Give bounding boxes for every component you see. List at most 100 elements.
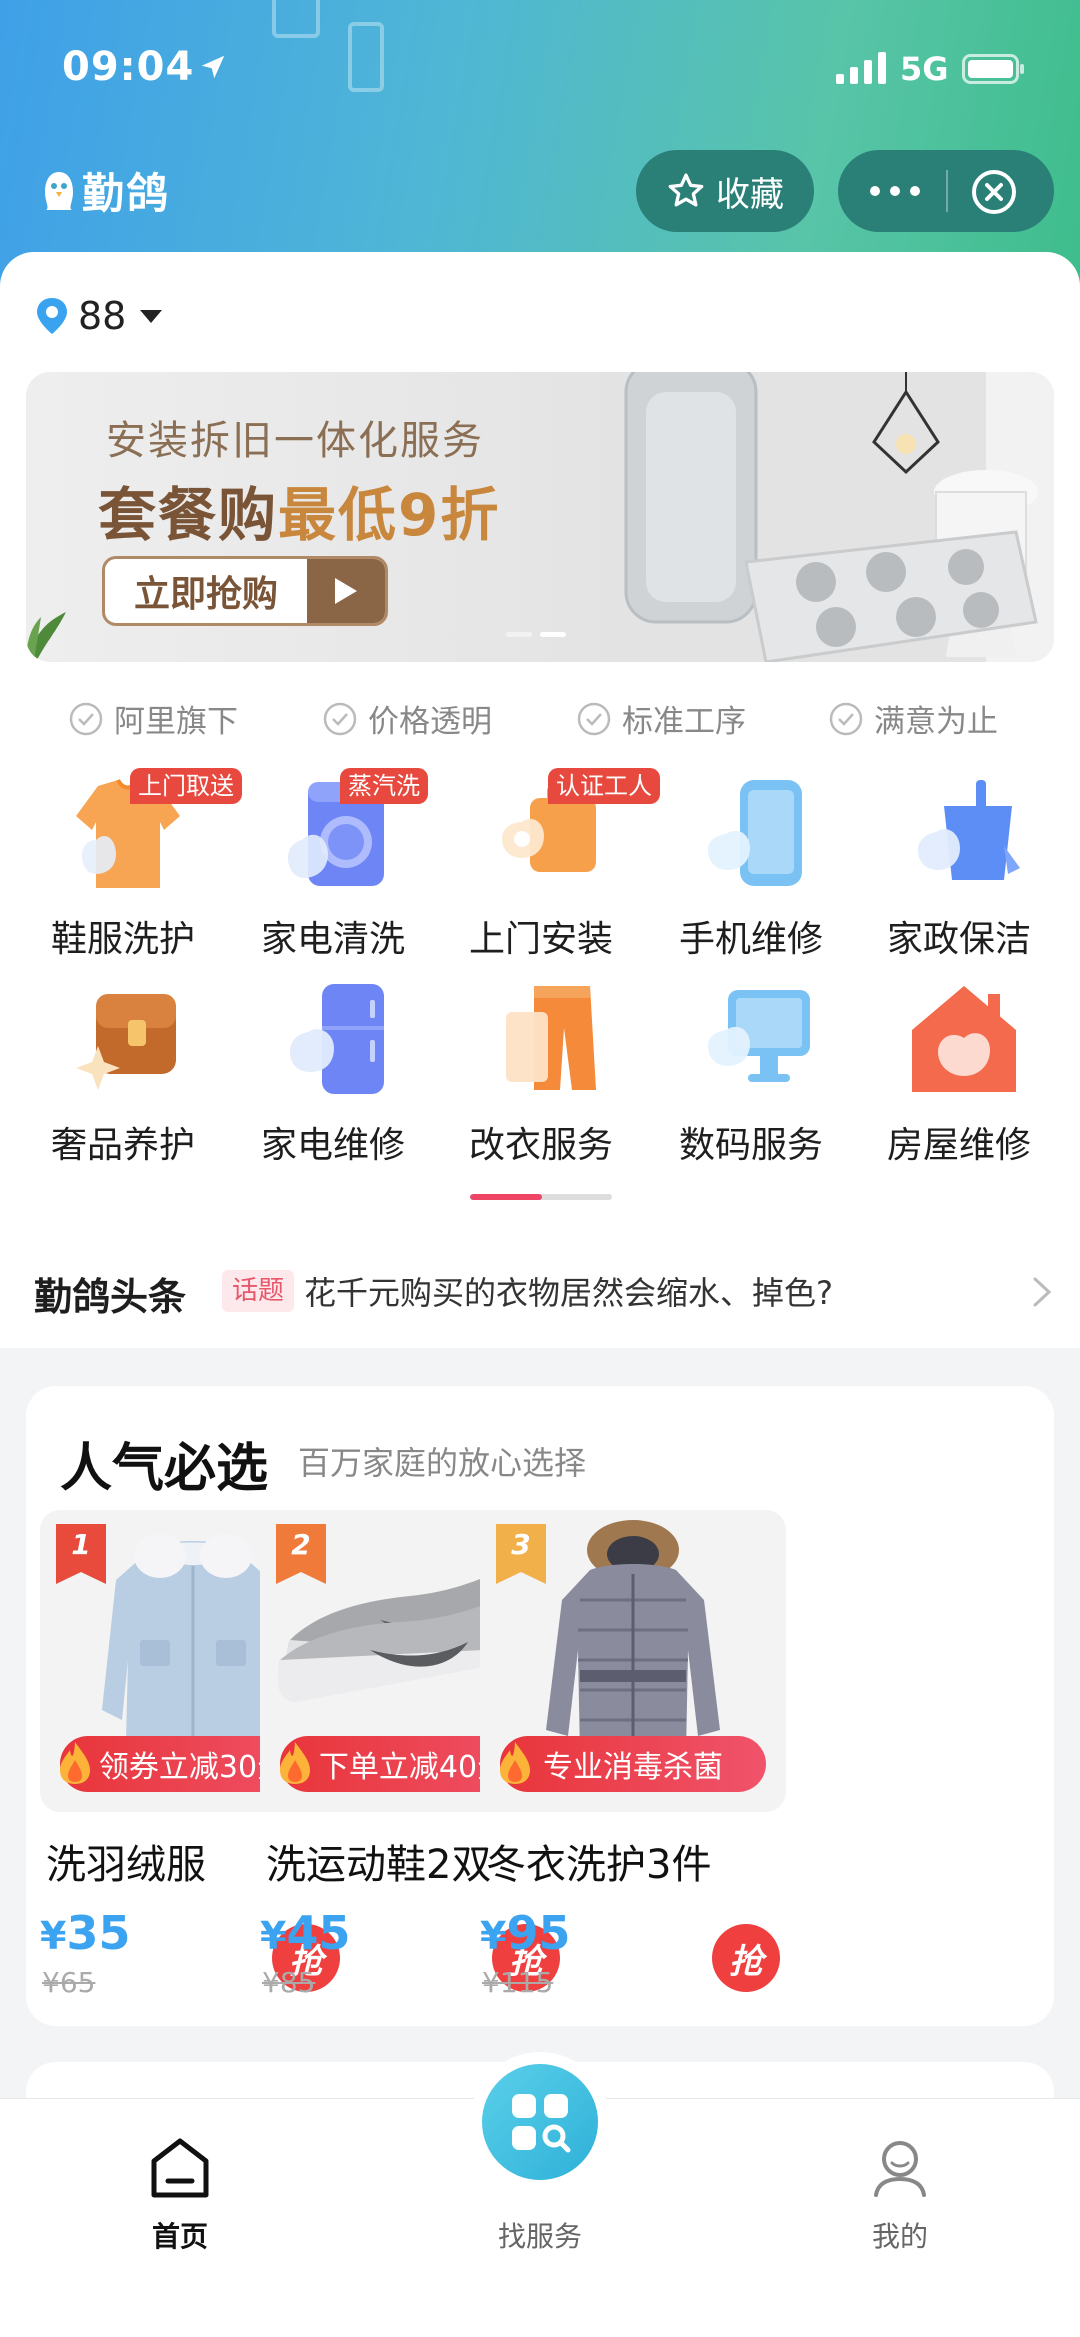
product-price: ¥35 — [40, 1906, 130, 1960]
service-house-repair[interactable]: 房屋维修 — [854, 982, 1064, 1182]
service-badge: 蒸汽洗 — [340, 768, 428, 804]
service-tailoring[interactable]: 改衣服务 — [436, 982, 646, 1182]
product-image: 3 专业消毒杀菌 — [480, 1510, 786, 1812]
favorite-label: 收藏 — [716, 174, 784, 215]
capsule-divider — [946, 170, 948, 212]
original-price: ¥65 — [42, 1966, 96, 1999]
product-price: ¥45 — [260, 1906, 350, 1960]
fridge-icon — [290, 984, 384, 1094]
service-installation[interactable]: 认证工人 上门安装 — [436, 768, 660, 976]
mini-program-capsule — [838, 150, 1054, 232]
banner-title: 套餐购最低9折 — [98, 468, 500, 552]
service-digital[interactable]: 数码服务 — [646, 982, 856, 1182]
pants-icon — [506, 986, 596, 1090]
service-label: 上门安装 — [468, 919, 613, 960]
rank-number: 3 — [511, 1528, 531, 1561]
battery-icon — [962, 54, 1024, 84]
rank-number: 2 — [291, 1528, 311, 1561]
location-label: 88 — [78, 294, 127, 338]
brand-name: 勤鸽 — [82, 169, 171, 218]
news-ticker[interactable]: 勤鸽头条 话题 花千元购买的衣物居然会缩水、掉色? — [0, 1236, 1080, 1348]
original-price: ¥85 — [262, 1966, 316, 1999]
brand: 勤鸽 — [42, 160, 170, 221]
location-pin-icon — [37, 298, 67, 334]
currency-symbol: ¥ — [260, 1914, 287, 1958]
promo-text: 专业消毒杀菌 — [543, 1750, 723, 1785]
section-subtitle: 百万家庭的放心选择 — [298, 1444, 587, 1482]
trust-badge-label: 满意为止 — [874, 704, 998, 740]
service-grid-indicator — [470, 1194, 612, 1200]
service-label: 奢品养护 — [50, 1125, 195, 1166]
location-arrow-icon — [201, 55, 225, 79]
currency-symbol: ¥ — [480, 1914, 507, 1958]
tab-profile[interactable]: 我的 — [790, 2119, 1010, 2259]
promo-banner[interactable]: 安装拆旧一体化服务 套餐购最低9折 立即抢购 — [26, 372, 1054, 662]
banner-dot-active — [540, 632, 566, 637]
popular-picks-card: 人气必选 百万家庭的放心选择 1 领券立减30元 洗羽绒服 ¥35 ¥65 抢 — [26, 1386, 1054, 2026]
bucket-icon — [918, 780, 1020, 880]
service-luxury-care[interactable]: 奢品养护 — [18, 982, 228, 1182]
favorite-button[interactable]: 收藏 — [636, 150, 814, 232]
play-arrow-icon — [307, 559, 385, 623]
banner-pagination — [506, 632, 566, 637]
banner-subtitle: 安装拆旧一体化服务 — [106, 418, 484, 464]
service-label: 鞋服洗护 — [50, 919, 195, 960]
check-circle-icon — [829, 702, 863, 735]
product-name: 洗羽绒服 — [46, 1842, 206, 1888]
trust-badge: 价格透明 — [322, 696, 492, 741]
banner-title-part2: 最低9折 — [278, 481, 501, 549]
trust-badge: 满意为止 — [828, 696, 998, 741]
tab-label: 我的 — [871, 2220, 928, 2253]
check-circle-icon — [323, 702, 357, 735]
buy-now-label: 立即抢购 — [133, 574, 278, 615]
promo-text: 领券立减30元 — [98, 1750, 288, 1785]
service-label: 家电清洗 — [260, 919, 405, 960]
tab-label: 首页 — [151, 2220, 208, 2253]
monitor-icon — [708, 990, 810, 1082]
more-icon[interactable] — [868, 180, 922, 202]
promo-pill: 专业消毒杀菌 — [500, 1736, 766, 1792]
close-icon[interactable] — [970, 168, 1018, 216]
flame-icon — [60, 1742, 90, 1784]
product-card[interactable]: 3 专业消毒杀菌 冬衣洗护3件 ¥95 ¥115 抢 — [480, 1510, 786, 2010]
tab-label: 找服务 — [497, 2220, 582, 2253]
service-label: 房屋维修 — [886, 1125, 1031, 1166]
service-housekeeping[interactable]: 家政保洁 — [854, 776, 1064, 976]
clock: 09:04 — [62, 44, 195, 90]
service-appliance-repair[interactable]: 家电维修 — [228, 982, 438, 1182]
product-name: 洗运动鞋2双 — [266, 1842, 492, 1888]
trust-badges: 阿里旗下 价格透明 标准工序 满意为止 — [0, 696, 1080, 744]
service-phone-repair[interactable]: 手机维修 — [646, 776, 856, 976]
bathroom-products-illustration — [606, 372, 1054, 662]
phone-icon — [708, 780, 802, 886]
grab-button[interactable]: 抢 — [712, 1924, 780, 1992]
service-clothes-care[interactable]: 上门取送 鞋服洗护 — [18, 768, 242, 976]
flame-icon — [500, 1742, 530, 1784]
plant-decoration — [26, 612, 66, 662]
section-title: 人气必选 — [60, 1439, 269, 1499]
check-circle-icon — [69, 702, 103, 735]
topic-tag: 话题 — [222, 1270, 295, 1312]
rank-number: 1 — [71, 1528, 91, 1561]
service-appliance-cleaning[interactable]: 蒸汽洗 家电清洗 — [228, 768, 438, 976]
star-icon — [668, 173, 704, 207]
chevron-right-icon — [1033, 1277, 1052, 1307]
service-label: 数码服务 — [678, 1125, 823, 1166]
trust-badge-label: 标准工序 — [622, 704, 746, 740]
currency-symbol: ¥ — [40, 1914, 67, 1958]
buy-now-button[interactable]: 立即抢购 — [102, 556, 388, 626]
pigeon-logo-icon — [45, 171, 73, 210]
price-value: 35 — [66, 1906, 131, 1960]
product-name: 冬衣洗护3件 — [486, 1842, 712, 1888]
find-services-button[interactable] — [482, 2064, 598, 2180]
banner-dot — [506, 632, 532, 637]
tab-home[interactable]: 首页 — [70, 2119, 290, 2259]
promo-text: 下单立减40元 — [318, 1750, 508, 1785]
profile-icon — [874, 2141, 926, 2197]
original-price: ¥115 — [482, 1966, 554, 1999]
home-icon — [151, 2138, 209, 2198]
status-bar: 09:04 5G — [0, 0, 1080, 130]
news-text[interactable]: 花千元购买的衣物居然会缩水、掉色? — [304, 1268, 833, 1314]
check-circle-icon — [577, 702, 611, 735]
location-selector[interactable]: 88 — [34, 294, 163, 338]
